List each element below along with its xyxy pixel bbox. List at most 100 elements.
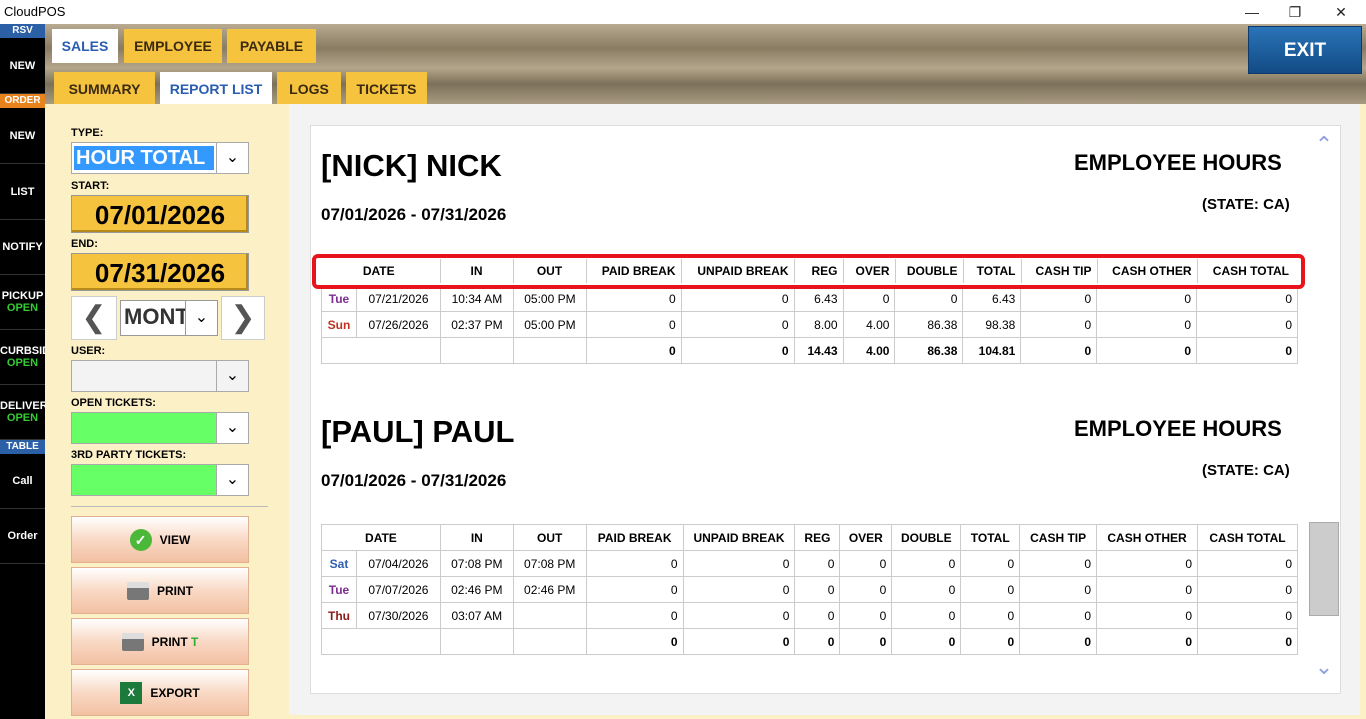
column-header: DATE: [318, 259, 441, 283]
table-cell: 0: [794, 628, 841, 655]
restore-button[interactable]: ❐: [1280, 2, 1310, 22]
sidebar-item-label: Order: [7, 530, 38, 542]
sidebar-item-rsv-new[interactable]: NEW: [0, 38, 45, 94]
table-cell: 0: [839, 550, 893, 577]
chevron-down-icon[interactable]: ⌄: [216, 413, 248, 443]
table-cell: 104.81: [962, 337, 1022, 364]
print-label: PRINT: [157, 583, 193, 598]
column-header: TOTAL: [960, 524, 1021, 551]
open-tickets-select[interactable]: ⌄: [71, 412, 249, 444]
report-title: EMPLOYEE HOURS: [1074, 416, 1282, 441]
prev-period-button[interactable]: ❮: [71, 296, 117, 340]
scrollbar-thumb[interactable]: [1309, 522, 1339, 616]
chevron-right-icon: ❯: [230, 301, 256, 334]
minimize-button[interactable]: —: [1237, 2, 1267, 22]
table-cell: 0: [960, 576, 1021, 603]
table-cell: 0: [960, 628, 1021, 655]
report-scrollbar[interactable]: ⌃ ⌄: [1309, 126, 1339, 692]
export-button[interactable]: X EXPORT: [71, 669, 249, 716]
column-header: DOUBLE: [891, 524, 962, 551]
table-cell: 0: [960, 550, 1021, 577]
tab-employee[interactable]: EMPLOYEE: [124, 29, 222, 63]
column-header: DATE: [321, 524, 441, 551]
chevron-down-icon[interactable]: ⌄: [216, 361, 248, 391]
table-cell: 0: [680, 337, 795, 364]
user-select[interactable]: ⌄: [71, 360, 249, 392]
table-cell: 0: [585, 628, 684, 655]
sidebar-item-delivery[interactable]: DELIVERYOPEN: [0, 385, 45, 440]
sidebar-item-list[interactable]: LIST: [0, 164, 45, 220]
sidebar-item-order[interactable]: Order: [0, 509, 45, 564]
sidebar-item-label: NOTIFY: [2, 241, 43, 253]
view-button[interactable]: ✓ VIEW: [71, 516, 249, 563]
table-cell: [439, 337, 514, 364]
next-period-button[interactable]: ❯: [221, 296, 265, 340]
type-select[interactable]: HOUR TOTAL ⌄: [71, 142, 249, 174]
tab-sales[interactable]: SALES: [52, 29, 118, 63]
chevron-down-icon[interactable]: ⌄: [185, 301, 217, 335]
column-header: REG: [794, 524, 841, 551]
table-cell: 07/04/2026: [355, 550, 441, 577]
tab-payable[interactable]: PAYABLE: [227, 29, 316, 63]
end-label: END:: [71, 238, 98, 250]
printer-icon: [121, 632, 144, 651]
employee-name: [PAUL] PAUL: [321, 414, 515, 449]
open-tickets-label: OPEN TICKETS:: [71, 397, 156, 409]
sidebar-item-label: NEW: [9, 129, 36, 142]
chevron-down-icon[interactable]: ⌄: [216, 465, 248, 495]
table-cell: 0: [1096, 602, 1198, 629]
employee-date-range: 07/01/2026 - 07/31/2026: [321, 471, 507, 490]
column-header: OUT: [513, 259, 587, 283]
period-select[interactable]: MONTH ⌄: [120, 300, 218, 336]
tab-summary[interactable]: SUMMARY: [54, 72, 155, 106]
sidebar-item-call[interactable]: Call: [0, 454, 45, 509]
table-cell: 4.00: [842, 311, 896, 338]
sidebar: RSV NEW ORDER NEW LIST NOTIFY PICKUP OPEN…: [0, 24, 45, 719]
table-cell: 0: [1096, 311, 1198, 338]
table-cell: 14.43: [793, 337, 844, 364]
totals-row: 0 0 0 0 0 0 0 0 0: [321, 628, 1298, 655]
table-cell: 0: [1020, 311, 1098, 338]
print-t-button[interactable]: PRINT T: [71, 618, 249, 665]
export-label: EXPORT: [150, 685, 200, 700]
third-party-tickets-select[interactable]: ⌄: [71, 464, 249, 496]
exit-button[interactable]: EXIT: [1248, 26, 1362, 74]
print-button[interactable]: PRINT: [71, 567, 249, 614]
table-cell: 0: [585, 576, 684, 603]
sidebar-item-curbside[interactable]: CURBSIDEOPEN: [0, 330, 45, 385]
table-cell: 0: [1096, 550, 1198, 577]
sidebar-item-order-new[interactable]: NEW: [0, 108, 45, 164]
chevron-down-icon[interactable]: ⌄: [1309, 654, 1339, 680]
close-button[interactable]: ✕: [1326, 2, 1356, 22]
third-party-tickets-label: 3RD PARTY TICKETS:: [71, 449, 187, 461]
column-header: TOTAL: [963, 259, 1022, 283]
table-cell: 0: [1197, 576, 1298, 603]
tab-logs[interactable]: LOGS: [277, 72, 341, 106]
table-cell: 0: [1019, 628, 1098, 655]
table-cell: [512, 628, 587, 655]
chevron-left-icon: ❮: [81, 301, 107, 334]
table-cell: 07/21/2026: [355, 285, 441, 312]
employee-date-range: 07/01/2026 - 07/31/2026: [321, 205, 507, 224]
chevron-up-icon[interactable]: ⌃: [1309, 132, 1339, 158]
column-header: OVER: [843, 259, 896, 283]
column-header-row: DATE IN OUT PAID BREAK UNPAID BREAK REG …: [318, 259, 1294, 283]
sidebar-item-notify[interactable]: NOTIFY: [0, 220, 45, 275]
table-cell: 07:08 PM: [439, 550, 514, 577]
column-header: PAID BREAK: [585, 524, 684, 551]
table-cell: 0: [585, 285, 682, 312]
table-cell: 0: [794, 602, 841, 629]
start-date-field[interactable]: 07/01/2026: [71, 195, 249, 233]
type-label: TYPE:: [71, 127, 104, 139]
sidebar-item-pickup[interactable]: PICKUP OPEN: [0, 275, 45, 330]
report-state: (STATE: CA): [1202, 196, 1290, 213]
sidebar-table-header: TABLE: [0, 440, 45, 454]
tab-report-list[interactable]: REPORT LIST: [160, 72, 272, 106]
tab-tickets[interactable]: TICKETS: [346, 72, 427, 106]
excel-icon: X: [120, 681, 143, 704]
table-cell: 0: [585, 311, 682, 338]
table-cell: 0: [891, 628, 962, 655]
end-date-field[interactable]: 07/31/2026: [71, 253, 249, 291]
table-cell: 0: [839, 576, 893, 603]
chevron-down-icon[interactable]: ⌄: [216, 143, 248, 173]
